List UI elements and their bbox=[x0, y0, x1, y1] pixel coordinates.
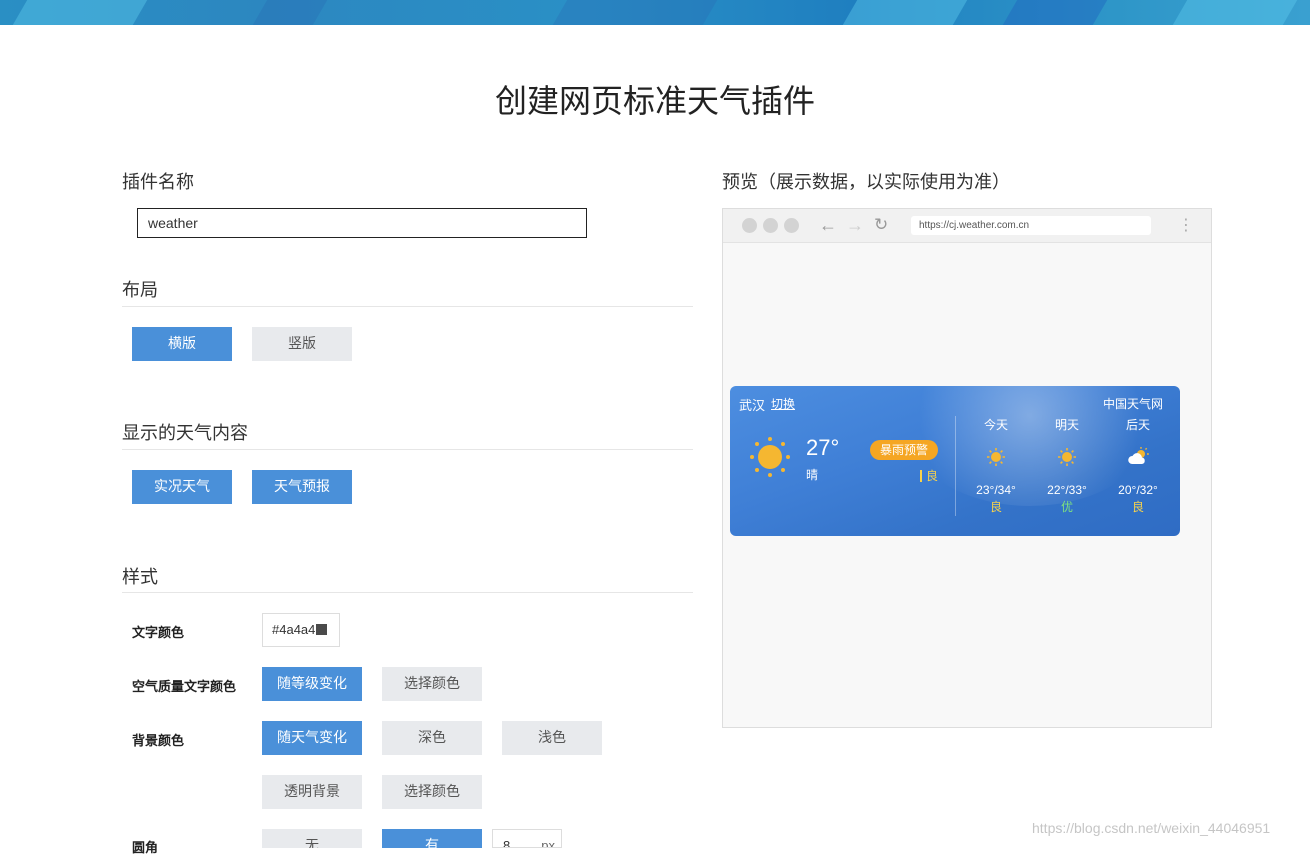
widget-condition: 晴 bbox=[806, 468, 819, 482]
text-color-label: 文字颜色 bbox=[132, 626, 185, 641]
layout-horizontal-button[interactable]: 横版 bbox=[132, 327, 232, 361]
color-swatch bbox=[316, 624, 328, 635]
preview-title: 预览（展示数据，以实际使用为准） bbox=[722, 172, 1010, 193]
section-title-layout: 布局 bbox=[122, 280, 158, 301]
divider bbox=[122, 449, 693, 450]
forecast-day: 后天 20°/32° 良 bbox=[1108, 416, 1168, 515]
corner-none-button[interactable]: 无 bbox=[262, 829, 362, 848]
bg-transparent-button[interactable]: 透明背景 bbox=[262, 775, 362, 809]
plugin-name-input[interactable]: weather bbox=[137, 208, 587, 238]
divider bbox=[122, 592, 693, 593]
window-dot bbox=[763, 218, 778, 233]
forecast-range: 20°/32° bbox=[1118, 483, 1158, 497]
sun-icon bbox=[1037, 447, 1097, 469]
forecast-range: 22°/33° bbox=[1047, 483, 1087, 497]
aqi-choose-color-button[interactable]: 选择颜色 bbox=[382, 667, 482, 701]
widget-city: 武汉 bbox=[739, 399, 766, 414]
forecast-day-name: 今天 bbox=[983, 418, 1008, 432]
forward-arrow-icon: → bbox=[846, 215, 864, 235]
bg-color-label: 背景颜色 bbox=[132, 734, 185, 749]
widget-alert-badge: 暴雨预警 bbox=[870, 440, 938, 460]
section-title-style: 样式 bbox=[122, 567, 158, 588]
forecast-quality: 优 bbox=[1060, 500, 1073, 514]
aqi-color-label: 空气质量文字颜色 bbox=[132, 680, 237, 695]
address-bar: https://cj.weather.com.cn bbox=[911, 216, 1151, 235]
corner-yes-button[interactable]: 有 bbox=[382, 829, 482, 848]
watermark: https://blog.csdn.net/weixin_44046951 bbox=[1032, 820, 1271, 836]
window-dot bbox=[784, 218, 799, 233]
weather-widget: 武汉 切换 中国天气网 27° 晴 暴雨预警 良 今天 23°/34° 良 明天… bbox=[730, 386, 1180, 536]
section-title-content: 显示的天气内容 bbox=[122, 423, 248, 444]
text-color-value: #4a4a4 bbox=[272, 622, 316, 637]
partly-cloudy-icon bbox=[1108, 447, 1168, 469]
divider bbox=[955, 416, 956, 516]
widget-brand: 中国天气网 bbox=[1103, 397, 1164, 411]
sun-icon bbox=[750, 437, 790, 477]
corner-unit: px bbox=[541, 838, 555, 848]
corner-radius-input[interactable]: 8 px bbox=[492, 829, 562, 848]
forecast-day-name: 明天 bbox=[1054, 418, 1079, 432]
forecast-range: 23°/34° bbox=[976, 483, 1016, 497]
live-weather-button[interactable]: 实况天气 bbox=[132, 470, 232, 504]
page-title: 创建网页标准天气插件 bbox=[494, 82, 815, 120]
widget-switch-link[interactable]: 切换 bbox=[771, 395, 795, 412]
forecast-day: 明天 22°/33° 优 bbox=[1037, 416, 1097, 515]
bg-dark-button[interactable]: 深色 bbox=[382, 721, 482, 755]
back-arrow-icon: ← bbox=[819, 215, 837, 235]
widget-temperature: 27° bbox=[806, 435, 840, 460]
bg-choose-color-button[interactable]: 选择颜色 bbox=[382, 775, 482, 809]
window-dot bbox=[742, 218, 757, 233]
bg-by-weather-button[interactable]: 随天气变化 bbox=[262, 721, 362, 755]
layout-vertical-button[interactable]: 竖版 bbox=[252, 327, 352, 361]
divider bbox=[122, 306, 693, 307]
widget-aqi: 良 bbox=[920, 467, 938, 484]
reload-icon: ↻ bbox=[874, 215, 889, 234]
section-title-name: 插件名称 bbox=[122, 172, 194, 193]
text-color-input[interactable]: #4a4a4 bbox=[262, 613, 340, 647]
corner-radius-value: 8 bbox=[503, 838, 511, 848]
forecast-day: 今天 23°/34° 良 bbox=[966, 416, 1026, 515]
sun-icon bbox=[966, 447, 1026, 469]
browser-toolbar: ← → ↻ https://cj.weather.com.cn ⋮ bbox=[723, 209, 1211, 243]
bg-light-button[interactable]: 浅色 bbox=[502, 721, 602, 755]
forecast-day-name: 后天 bbox=[1125, 418, 1150, 432]
forecast-button[interactable]: 天气预报 bbox=[252, 470, 352, 504]
forecast-quality: 良 bbox=[1131, 500, 1144, 514]
more-menu-icon: ⋮ bbox=[1178, 217, 1194, 234]
top-banner bbox=[0, 0, 1310, 25]
forecast-quality: 良 bbox=[989, 500, 1002, 514]
corner-label: 圆角 bbox=[132, 841, 159, 856]
aqi-by-level-button[interactable]: 随等级变化 bbox=[262, 667, 362, 701]
